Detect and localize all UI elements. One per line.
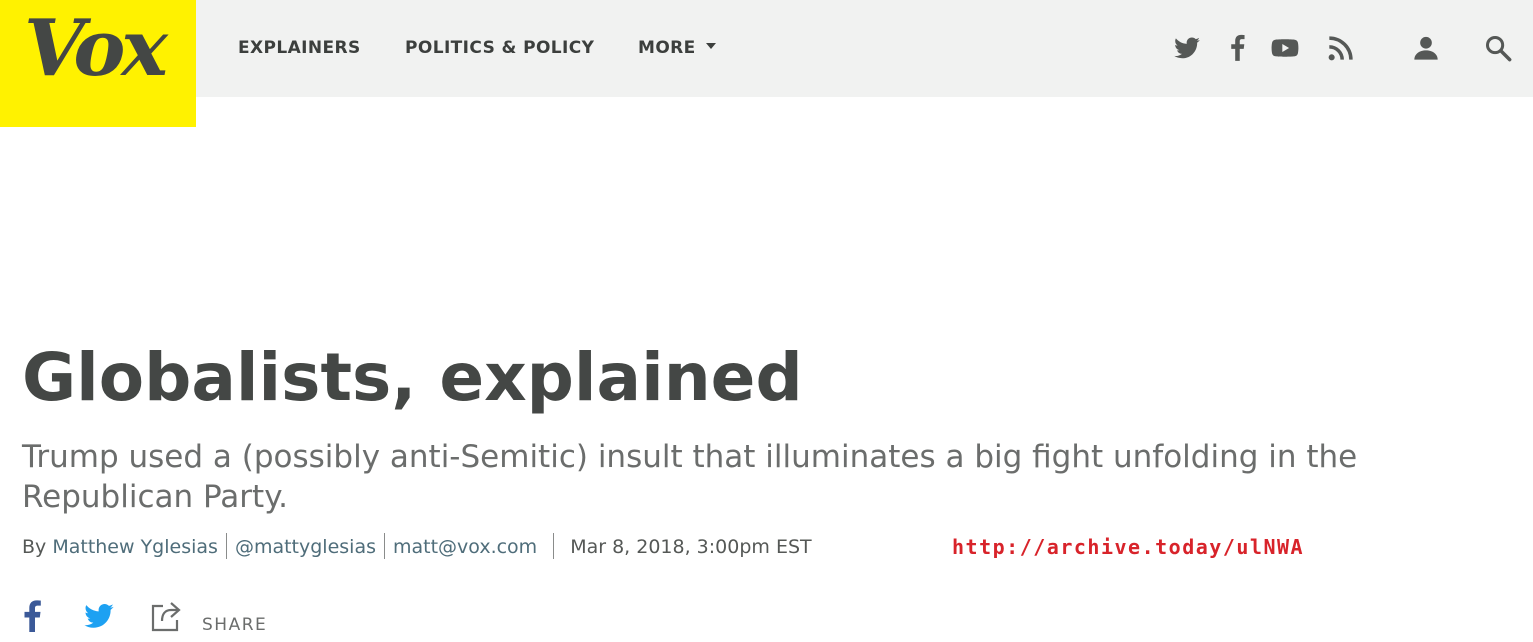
logo-wordmark: Vox	[24, 3, 168, 94]
nav-explainers[interactable]: EXPLAINERS	[238, 38, 361, 60]
facebook-icon[interactable]	[1224, 34, 1252, 62]
rss-icon[interactable]	[1327, 34, 1355, 62]
nav-more[interactable]: MORE	[638, 38, 716, 60]
byline: By Matthew Yglesias @mattyglesias matt@vox…	[22, 532, 812, 561]
article-dek: Trump used a (possibly anti-Semitic) ins…	[22, 439, 1358, 515]
article-title: Globalists, explained	[22, 339, 803, 416]
share-label[interactable]: SHARE	[202, 615, 267, 635]
site-header: EXPLAINERS POLITICS & POLICY MORE	[0, 0, 1533, 97]
archive-url: http://archive.today/ulNWA	[952, 535, 1305, 559]
search-icon[interactable]	[1484, 34, 1512, 62]
nav-more-label: MORE	[638, 38, 696, 58]
chevron-down-icon	[705, 43, 716, 49]
vox-logo[interactable]: Vox	[0, 0, 196, 127]
divider	[225, 532, 227, 559]
nav-politics-policy[interactable]: POLITICS & POLICY	[405, 38, 594, 60]
email-link[interactable]: matt@vox.com	[393, 536, 537, 558]
twitter-share-icon[interactable]	[82, 600, 116, 632]
byline-prefix: By	[22, 536, 47, 558]
youtube-icon[interactable]	[1271, 34, 1299, 62]
publish-date: Mar 8, 2018, 3:00pm EST	[570, 536, 812, 558]
divider	[383, 532, 385, 559]
divider	[553, 532, 555, 559]
user-icon[interactable]	[1412, 34, 1440, 62]
share-icon[interactable]	[149, 600, 183, 634]
twitter-handle-link[interactable]: @mattyglesias	[235, 536, 376, 558]
facebook-share-icon[interactable]	[22, 600, 42, 632]
author-link[interactable]: Matthew Yglesias	[52, 536, 218, 558]
twitter-icon[interactable]	[1173, 34, 1201, 62]
